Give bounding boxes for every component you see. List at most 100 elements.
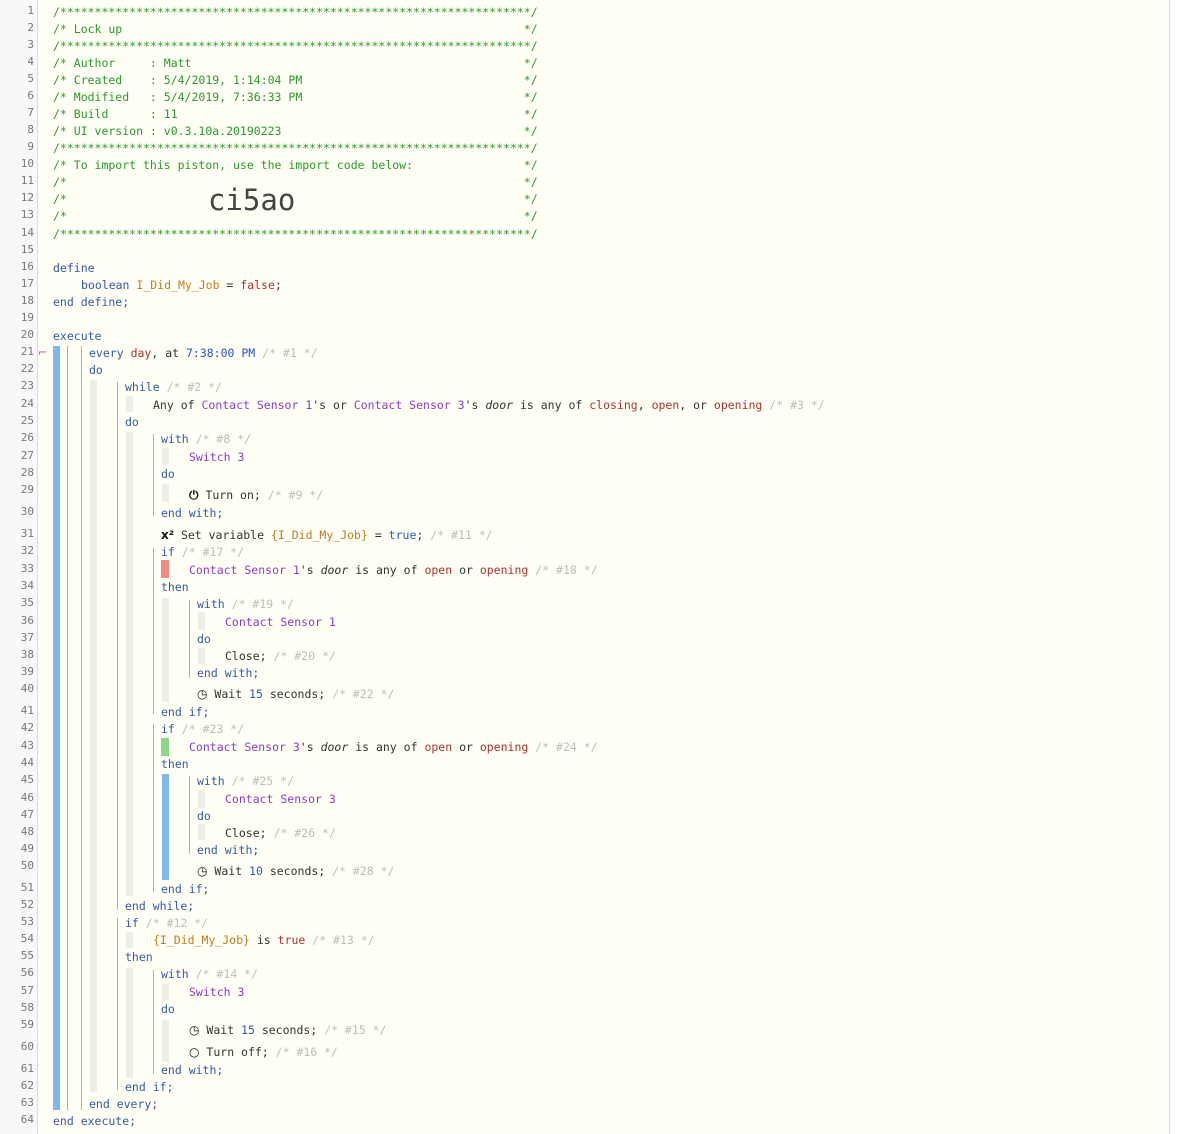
do-keyword: do <box>197 632 211 646</box>
if-keyword[interactable]: if <box>161 722 175 736</box>
header-line-14: /***************************************… <box>53 227 538 241</box>
seconds-text: seconds; <box>262 864 326 878</box>
comment-14: /* #14 */ <box>195 967 258 981</box>
header-line-9: /***************************************… <box>53 141 538 155</box>
comment-15: /* #15 */ <box>324 1023 387 1037</box>
every-block-bar <box>67 346 68 1110</box>
import-code: ci5ao <box>208 183 296 217</box>
every-at: , at <box>151 346 186 360</box>
while-do-indent <box>126 432 133 896</box>
line-number: 63 <box>20 1096 34 1109</box>
semicolon: ; <box>274 278 282 292</box>
device-switch-3[interactable]: Switch 3 <box>189 450 244 464</box>
code-editor[interactable]: 1 2 3 4 5 6 7 8 9 10 11 12 13 14 15 16 17 18 19 20 21 22 23 24 2… <box>0 0 1170 1134</box>
line-number: 53 <box>20 915 34 928</box>
true-literal: true <box>388 528 417 542</box>
line-number: 51 <box>20 881 34 894</box>
with-keyword[interactable]: with <box>197 774 225 788</box>
device-contact-sensor-3[interactable]: Contact Sensor 3 <box>354 398 465 412</box>
every-bracket <box>81 346 82 1110</box>
line-number: 64 <box>20 1113 34 1126</box>
line-number: 14 <box>20 226 34 239</box>
end-with-keyword: end with; <box>161 506 224 520</box>
line-number: 3 <box>27 38 34 51</box>
comment-9: /* #9 */ <box>267 488 324 502</box>
line-number: 61 <box>20 1062 34 1075</box>
line-number: 57 <box>20 984 34 997</box>
set-variable-command[interactable]: Set variable <box>181 528 271 542</box>
value-opening: opening <box>479 563 529 577</box>
close-command[interactable]: Close; <box>225 826 267 840</box>
device-contact-sensor-1[interactable]: Contact Sensor 1 <box>189 563 300 577</box>
header-line-12: /* */ <box>53 192 538 206</box>
with14-do-indent <box>162 1020 169 1062</box>
line-number: 13 <box>20 208 34 221</box>
line-number: 39 <box>20 665 34 678</box>
device-contact-sensor-3[interactable]: Contact Sensor 3 <box>189 740 300 754</box>
line-number: 24 <box>20 397 34 410</box>
with-keyword[interactable]: with <box>161 432 189 446</box>
comment-12: /* #12 */ <box>145 916 209 930</box>
device-contact-sensor-1[interactable]: Contact Sensor 1 <box>201 398 312 412</box>
line-number-gutter: 1 2 3 4 5 6 7 8 9 10 11 12 13 14 15 16 17 18 19 20 21 22 23 24 2… <box>0 0 38 1134</box>
every-keyword[interactable]: every <box>89 346 124 360</box>
if-keyword[interactable]: if <box>161 545 175 559</box>
line-number: 40 <box>20 682 34 695</box>
line-number: 62 <box>20 1079 34 1092</box>
line-number: 27 <box>20 449 34 462</box>
wait-command[interactable]: Wait <box>214 687 249 701</box>
line-number: 33 <box>20 562 34 575</box>
comment-25: /* #25 */ <box>231 774 294 788</box>
with19-indent <box>198 612 205 630</box>
comment-17: /* #17 */ <box>181 545 245 559</box>
wait-command[interactable]: Wait <box>214 864 249 878</box>
condition-false-indicator <box>161 560 169 578</box>
comment-23: /* #23 */ <box>181 722 245 736</box>
with-keyword[interactable]: with <box>161 967 189 981</box>
wait-duration: 10 <box>249 864 263 878</box>
close-command[interactable]: Close; <box>225 649 267 663</box>
line-number: 2 <box>27 21 34 34</box>
if23-bracket <box>153 724 154 892</box>
end-with-keyword: end with; <box>197 843 260 857</box>
if23-then-bar <box>162 774 169 880</box>
line-number: 42 <box>20 721 34 734</box>
wait-command[interactable]: Wait <box>206 1023 241 1037</box>
attribute-door: door <box>320 563 349 577</box>
device-contact-sensor-1[interactable]: Contact Sensor 1 <box>225 615 336 629</box>
execute-keyword: execute <box>53 329 102 343</box>
with8-do-indent <box>162 484 169 502</box>
device-switch-3[interactable]: Switch 3 <box>189 985 244 999</box>
variable-reference[interactable]: {I_Did_My_Job} <box>153 933 250 947</box>
end-with-keyword: end with; <box>197 666 260 680</box>
header-line-6: /* Modified : 5/4/2019, 7:36:33 PM */ <box>53 90 538 104</box>
line-number: 36 <box>20 614 34 627</box>
if12-then-indent <box>126 968 133 1078</box>
or-text: or <box>452 563 480 577</box>
header-line-4: /* Author : Matt */ <box>53 56 538 70</box>
line-number: 9 <box>27 140 34 153</box>
with-keyword[interactable]: with <box>197 597 225 611</box>
value-open: open <box>424 563 453 577</box>
comment-22: /* #22 */ <box>332 687 395 701</box>
line-number: 16 <box>20 260 34 273</box>
possessive: 's <box>299 563 321 577</box>
line-number: 60 <box>20 1040 34 1053</box>
header-line-7: /* Build : 11 */ <box>53 107 538 121</box>
fold-icon[interactable]: ⌐ <box>38 346 47 359</box>
or-text: or <box>452 740 480 754</box>
turn-off-command[interactable]: Turn off; <box>206 1045 268 1059</box>
variable-name[interactable]: I_Did_My_Job <box>136 278 219 292</box>
line-number: 54 <box>20 932 34 945</box>
device-contact-sensor-3[interactable]: Contact Sensor 3 <box>225 792 336 806</box>
line-number: 10 <box>20 157 34 170</box>
header-line-11: /* */ <box>53 175 538 189</box>
while-keyword[interactable]: while <box>125 380 160 394</box>
turn-on-command[interactable]: Turn on; <box>205 488 260 502</box>
semicolon: ; <box>416 528 424 542</box>
execute-block-bar <box>53 346 60 1110</box>
if17-then-indent <box>162 598 169 702</box>
attribute-door: door <box>485 398 514 412</box>
if-keyword[interactable]: if <box>125 916 139 930</box>
comment-11: /* #11 */ <box>430 528 493 542</box>
